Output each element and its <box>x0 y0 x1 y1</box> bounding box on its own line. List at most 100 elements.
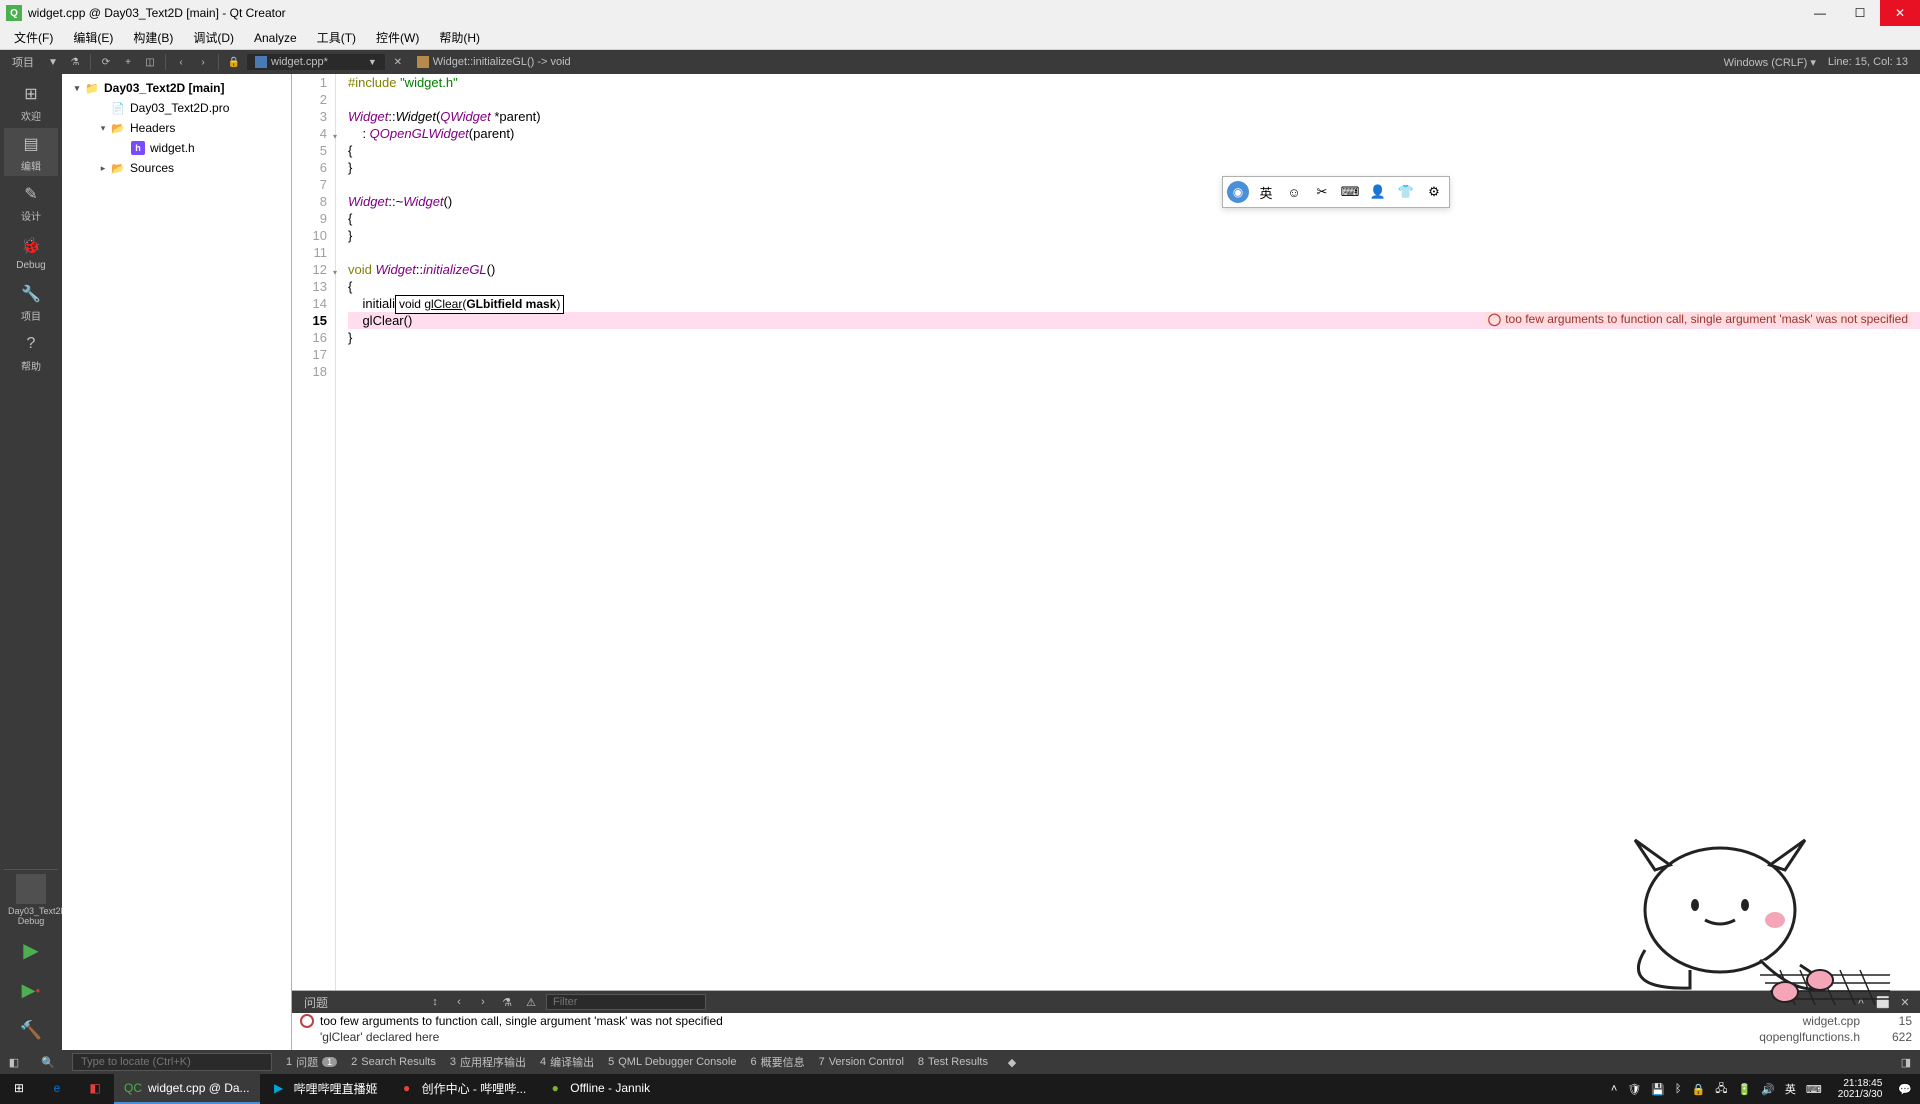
menu-item[interactable]: Analyze <box>244 29 307 47</box>
tree-item[interactable]: ▾Day03_Text2D [main] <box>66 78 287 98</box>
system-tray[interactable]: ˄ 🛡 💾 ᛒ 🔒 🖧 🔋 🔊 英 ⌨ 21:18:45 2021/3/30 💬 <box>1603 1078 1920 1100</box>
tray-shield-icon[interactable]: 🛡 <box>1627 1083 1641 1096</box>
ime-punct-icon[interactable]: ☺ <box>1283 181 1305 203</box>
taskbar-app[interactable]: ▶哔哩哔哩直播姬 <box>260 1074 388 1104</box>
tray-bt-icon[interactable]: ᛒ <box>1675 1083 1682 1095</box>
bottom-tab[interactable]: 7 Version Control <box>819 1056 904 1068</box>
mode-Debug[interactable]: 🐞Debug <box>4 228 58 276</box>
inline-error[interactable]: too few arguments to function call, sing… <box>1484 312 1912 326</box>
close-button[interactable]: ✕ <box>1880 0 1920 26</box>
project-pane: ▾Day03_Text2D [main]Day03_Text2D.pro▾Hea… <box>62 74 292 1050</box>
bottom-more-icon[interactable]: ◆ <box>1002 1052 1022 1072</box>
sync-icon[interactable]: ⟳ <box>97 53 115 71</box>
mode-编辑[interactable]: ▤编辑 <box>4 128 58 176</box>
nav-fwd-icon[interactable]: › <box>194 53 212 71</box>
locator-input[interactable] <box>72 1053 272 1071</box>
issues-next-icon[interactable]: › <box>474 993 492 1011</box>
issues-sort-icon[interactable]: ↕ <box>426 993 444 1011</box>
ime-toolbar[interactable]: ◉ 英 ☺ ✂ ⌨ 👤 👕 ⚙ <box>1222 176 1450 208</box>
add-icon[interactable]: + <box>119 53 137 71</box>
minimize-button[interactable]: — <box>1800 0 1840 26</box>
issues-filter-input[interactable] <box>546 994 706 1010</box>
file-selector[interactable]: widget.cpp* ▼ <box>247 54 385 70</box>
tray-up-icon[interactable]: ˄ <box>1611 1083 1617 1095</box>
window-title: widget.cpp @ Day03_Text2D [main] - Qt Cr… <box>28 6 1800 20</box>
mode-项目[interactable]: 🔧项目 <box>4 278 58 326</box>
lock-icon[interactable]: 🔒 <box>225 53 243 71</box>
menu-item[interactable]: 控件(W) <box>366 27 429 48</box>
ime-logo-icon[interactable]: ◉ <box>1227 181 1249 203</box>
mode-设计[interactable]: ✎设计 <box>4 178 58 226</box>
bottom-tab[interactable]: 4 编译输出 <box>540 1054 594 1070</box>
issues-warn-icon[interactable]: ⚠ <box>522 993 540 1011</box>
output-min-icon[interactable]: ˄ <box>1852 993 1870 1011</box>
output-tab-title[interactable]: 问题 <box>298 994 334 1011</box>
taskbar-clock[interactable]: 21:18:45 2021/3/30 <box>1832 1078 1889 1100</box>
file-close-icon[interactable]: ✕ <box>389 53 407 71</box>
code-editor[interactable]: 1234▾56789101112▾131415161718 too few ar… <box>292 74 1920 990</box>
output-close-icon[interactable]: ✕ <box>1896 993 1914 1011</box>
bottom-tab[interactable]: 1 问题1 <box>286 1054 337 1070</box>
bottom-tab[interactable]: 5 QML Debugger Console <box>608 1056 736 1068</box>
bottom-tab[interactable]: 3 应用程序输出 <box>450 1054 526 1070</box>
taskbar-app[interactable]: ●创作中心 - 哔哩哔... <box>388 1074 537 1104</box>
tray-network-icon[interactable]: 🖧 <box>1715 1080 1727 1099</box>
encoding-indicator[interactable]: Windows (CRLF) ▾ <box>1724 56 1816 69</box>
ime-keyboard-icon[interactable]: ⌨ <box>1339 181 1361 203</box>
issues-filter-icon[interactable]: ⚗ <box>498 993 516 1011</box>
issue-row[interactable]: 'glClear' declared hereqopenglfunctions.… <box>292 1029 1920 1045</box>
ime-skin-icon[interactable]: 👕 <box>1395 181 1417 203</box>
output-max-icon[interactable]: ⬜ <box>1874 993 1892 1011</box>
bottom-tab[interactable]: 6 概要信息 <box>750 1054 804 1070</box>
menu-item[interactable]: 构建(B) <box>123 27 183 48</box>
ime-emoji-icon[interactable]: ✂ <box>1311 181 1333 203</box>
menu-item[interactable]: 编辑(E) <box>63 27 123 48</box>
ime-lang-icon[interactable]: 英 <box>1255 181 1277 203</box>
scope-selector[interactable]: Widget::initializeGL() -> void <box>409 56 579 68</box>
taskbar-app[interactable]: ◧ <box>76 1074 114 1104</box>
ime-user-icon[interactable]: 👤 <box>1367 181 1389 203</box>
function-icon <box>417 56 429 68</box>
menu-item[interactable]: 帮助(H) <box>429 27 490 48</box>
split-icon[interactable]: ◫ <box>141 53 159 71</box>
toggle-right-sidebar-icon[interactable]: ◨ <box>1896 1052 1916 1072</box>
taskbar-app[interactable]: e <box>38 1074 76 1104</box>
run-button[interactable]: ▶ <box>15 934 47 966</box>
menubar: 文件(F)编辑(E)构建(B)调试(D)Analyze工具(T)控件(W)帮助(… <box>0 26 1920 50</box>
taskbar-app[interactable]: ●Offline - Jannik <box>536 1074 660 1104</box>
issue-row[interactable]: too few arguments to function call, sing… <box>292 1013 1920 1029</box>
tray-battery-icon[interactable]: 🔋 <box>1738 1083 1752 1096</box>
taskbar-app[interactable]: ⊞ <box>0 1074 38 1104</box>
tray-keyboard-icon[interactable]: ⌨ <box>1806 1083 1822 1096</box>
taskbar-app[interactable]: QCwidget.cpp @ Da... <box>114 1074 260 1104</box>
tray-drive-icon[interactable]: 💾 <box>1651 1083 1665 1096</box>
tree-item[interactable]: ▸Sources <box>66 158 287 178</box>
tray-security-icon[interactable]: 🔒 <box>1692 1083 1706 1096</box>
bottom-tab[interactable]: 8 Test Results <box>918 1056 988 1068</box>
menu-item[interactable]: 调试(D) <box>183 27 244 48</box>
ime-settings-icon[interactable]: ⚙ <box>1423 181 1445 203</box>
mode-帮助[interactable]: ?帮助 <box>4 328 58 376</box>
menu-item[interactable]: 工具(T) <box>307 27 366 48</box>
tree-item[interactable]: Day03_Text2D.pro <box>66 98 287 118</box>
filter-icon[interactable]: ▼ <box>44 53 62 71</box>
run-debug-button[interactable]: ▶● <box>15 974 47 1006</box>
toggle-sidebar-icon[interactable]: ◧ <box>4 1052 24 1072</box>
issues-prev-icon[interactable]: ‹ <box>450 993 468 1011</box>
search-icon[interactable]: 🔍 <box>38 1052 58 1072</box>
windows-taskbar: ⊞e◧QCwidget.cpp @ Da...▶哔哩哔哩直播姬●创作中心 - 哔… <box>0 1074 1920 1104</box>
menu-item[interactable]: 文件(F) <box>4 27 63 48</box>
maximize-button[interactable]: ☐ <box>1840 0 1880 26</box>
kit-selector[interactable]: Day03_Text2D Debug <box>4 869 58 930</box>
funnel-icon[interactable]: ⚗ <box>66 53 84 71</box>
bottom-tab[interactable]: 2 Search Results <box>351 1056 436 1068</box>
tray-notifications-icon[interactable]: 💬 <box>1898 1083 1912 1096</box>
nav-back-icon[interactable]: ‹ <box>172 53 190 71</box>
tree-item[interactable]: widget.h <box>66 138 287 158</box>
tray-volume-icon[interactable]: 🔊 <box>1761 1083 1775 1096</box>
cursor-position: Line: 15, Col: 13 <box>1828 56 1908 68</box>
mode-欢迎[interactable]: ⊞欢迎 <box>4 78 58 126</box>
tray-ime-icon[interactable]: 英 <box>1785 1081 1796 1097</box>
tree-item[interactable]: ▾Headers <box>66 118 287 138</box>
build-button[interactable]: 🔨 <box>15 1014 47 1046</box>
